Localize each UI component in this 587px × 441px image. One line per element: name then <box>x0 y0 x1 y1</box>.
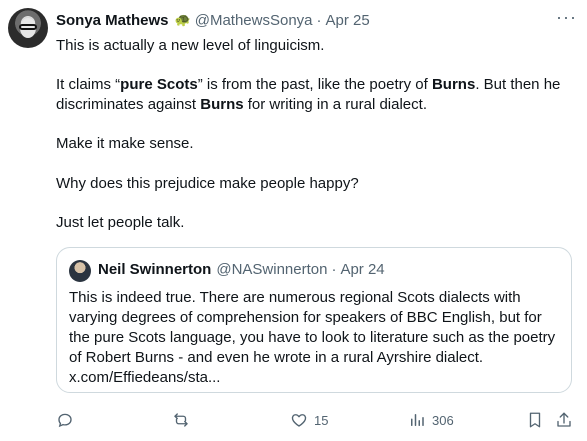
tweet-paragraph-1: This is actually a new level of linguici… <box>56 37 325 54</box>
quote-avatar[interactable] <box>69 260 91 282</box>
author-name[interactable]: Sonya Mathews <box>56 12 169 29</box>
p2-text-g: for writing in a rural dialect. <box>243 96 427 113</box>
like-count: 15 <box>314 412 329 428</box>
quote-text: This is indeed true. There are numerous … <box>69 289 556 366</box>
quote-text-block: This is indeed true. There are numerous … <box>69 288 559 388</box>
avatar-glasses <box>19 24 37 30</box>
views-icon <box>411 414 424 426</box>
share-button[interactable] <box>555 405 573 435</box>
tweet-paragraph-2: It claims “pure Scots” is from the past,… <box>56 75 561 115</box>
quoted-tweet[interactable]: Neil Swinnerton @NASwinnerton · Apr 24 T… <box>56 247 572 393</box>
avatar[interactable] <box>8 8 48 48</box>
p2-text-c: ” is from the past, like the poetry of <box>197 76 432 93</box>
quote-author-handle: @NASwinnerton <box>216 261 328 278</box>
tweet-paragraph-4: Why does this prejudice make people happ… <box>56 175 359 192</box>
quote-link[interactable]: x.com/Effiedeans/sta... <box>69 369 220 386</box>
views-button[interactable]: 306 <box>408 405 454 435</box>
more-options-button[interactable]: ··· <box>556 8 576 28</box>
tweet-header: Sonya Mathews 🐢 @MathewsSonya · Apr 25 <box>56 10 370 30</box>
p2-bold-pure-scots: pure Scots <box>120 76 198 93</box>
author-handle[interactable]: @MathewsSonya <box>195 12 313 29</box>
bookmark-button[interactable] <box>526 405 544 435</box>
p2-bold-burns-2: Burns <box>200 96 244 113</box>
tweet-paragraph-5: Just let people talk. <box>56 214 185 231</box>
retweet-button[interactable] <box>172 405 190 435</box>
retweet-icon <box>174 413 188 427</box>
heart-icon <box>291 414 307 427</box>
views-count: 306 <box>432 412 454 428</box>
action-bar: 15 306 <box>0 405 587 435</box>
quote-author-name: Neil Swinnerton <box>98 261 212 278</box>
p2-bold-burns-1: Burns <box>431 76 476 93</box>
turtle-icon: 🐢 <box>174 12 191 27</box>
like-button[interactable]: 15 <box>290 405 328 435</box>
quote-header: Neil Swinnerton @NASwinnerton · Apr 24 <box>98 261 385 278</box>
quote-date: Apr 24 <box>340 261 385 278</box>
quote-separator-dot: · <box>331 261 337 278</box>
p2-text-a: It claims “ <box>56 76 121 93</box>
tweet-date[interactable]: Apr 25 <box>326 12 370 29</box>
bookmark-icon <box>529 412 541 428</box>
share-icon <box>557 412 571 427</box>
tweet-paragraph-3: Make it make sense. <box>56 135 194 152</box>
reply-icon <box>58 413 72 428</box>
reply-button[interactable] <box>56 405 74 435</box>
separator-dot: · <box>316 11 322 29</box>
